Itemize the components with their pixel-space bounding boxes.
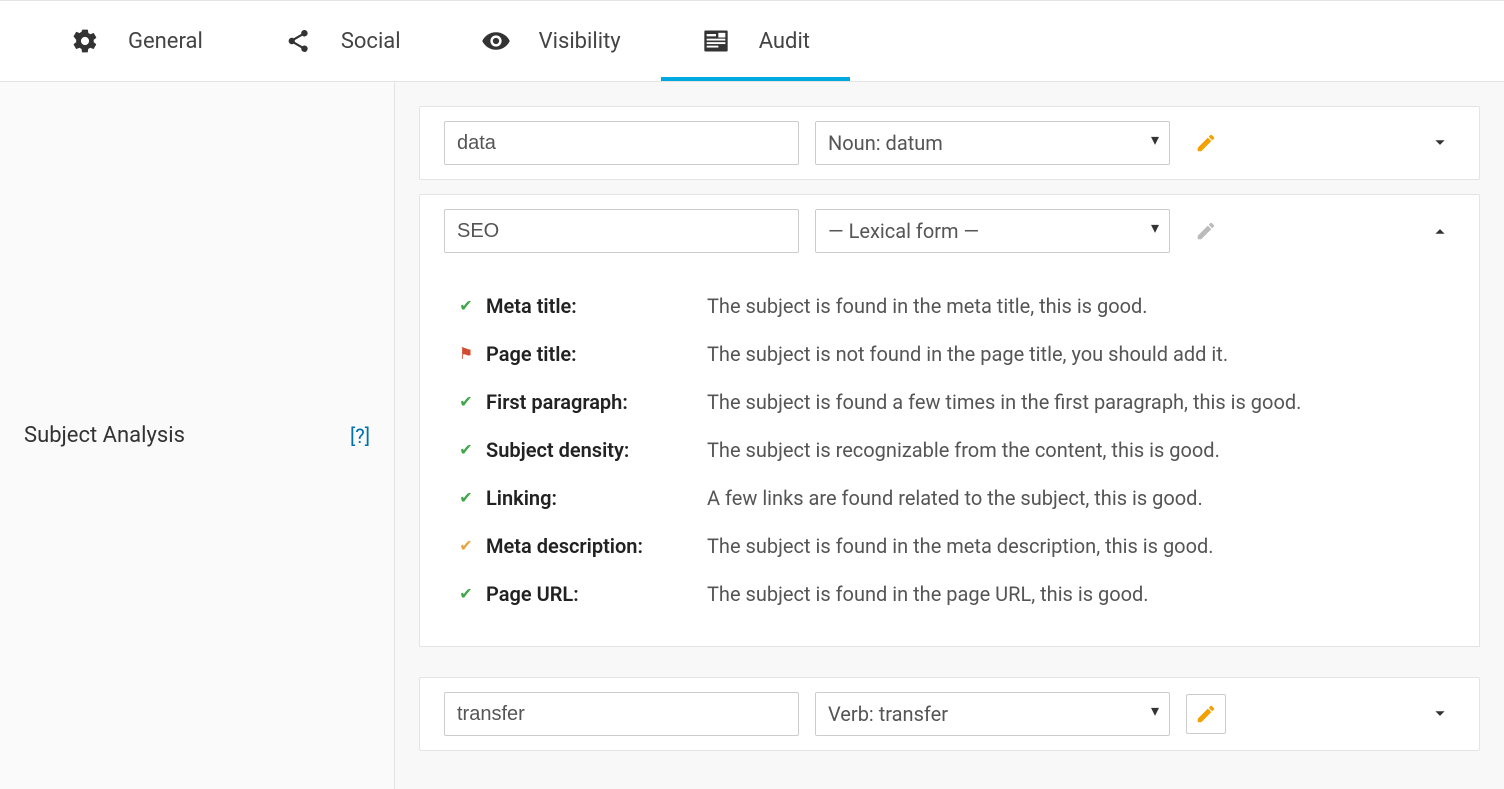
share-icon	[283, 26, 313, 56]
edit-button[interactable]	[1186, 211, 1226, 251]
analysis-desc: The subject is found a few times in the …	[707, 388, 1447, 416]
sidebar: Subject Analysis [?]	[0, 82, 395, 789]
edit-button[interactable]	[1186, 694, 1226, 734]
tab-social[interactable]: Social	[243, 1, 441, 81]
analysis-label: Meta title:	[486, 292, 701, 320]
analysis-row: ✔ Page URL: The subject is found in the …	[452, 570, 1447, 618]
analysis-label: Linking:	[486, 484, 701, 512]
subject-term-input[interactable]	[444, 121, 799, 165]
section-title: Subject Analysis	[24, 423, 185, 448]
chevron-down-icon	[1429, 132, 1451, 154]
tab-label: Visibility	[539, 29, 621, 54]
tab-label: Social	[341, 29, 401, 54]
eye-icon	[481, 26, 511, 56]
edit-button[interactable]	[1186, 123, 1226, 163]
analysis-desc: The subject is found in the meta title, …	[707, 292, 1447, 320]
tab-label: General	[128, 29, 203, 54]
tabs: General Social Visibility Audit	[0, 0, 1504, 82]
tab-label: Audit	[759, 29, 810, 54]
select-value: Noun: datum	[828, 131, 943, 155]
analysis-row: ⚑ Page title: The subject is not found i…	[452, 330, 1447, 378]
select-value: — Lexical form —	[828, 219, 979, 243]
subject-term-input[interactable]	[444, 692, 799, 736]
tab-audit[interactable]: Audit	[661, 1, 850, 81]
select-value: Verb: transfer	[828, 702, 948, 726]
audit-icon	[701, 26, 731, 56]
check-icon: ✔	[452, 580, 480, 605]
pencil-icon	[1195, 703, 1217, 725]
analysis-row: ✔ First paragraph: The subject is found …	[452, 378, 1447, 426]
analysis-label: Meta description:	[486, 532, 701, 560]
lexical-form-select[interactable]: — Lexical form —	[815, 209, 1170, 253]
analysis-panel: ✔ Meta title: The subject is found in th…	[419, 254, 1480, 647]
analysis-label: Page URL:	[486, 580, 701, 608]
help-link[interactable]: [?]	[350, 424, 370, 448]
main-panel: Noun: datum — Lexical form —	[395, 82, 1504, 789]
chevron-down-icon	[1429, 703, 1451, 725]
analysis-row: ✔ Subject density: The subject is recogn…	[452, 426, 1447, 474]
analysis-label: Subject density:	[486, 436, 701, 464]
chevron-up-icon	[1429, 220, 1451, 242]
analysis-desc: The subject is found in the meta descrip…	[707, 532, 1447, 560]
analysis-desc: The subject is recognizable from the con…	[707, 436, 1447, 464]
check-icon: ✔	[452, 532, 480, 557]
collapse-toggle[interactable]	[1425, 220, 1455, 242]
analysis-row: ✔ Meta title: The subject is found in th…	[452, 282, 1447, 330]
analysis-desc: The subject is found in the page URL, th…	[707, 580, 1447, 608]
tab-visibility[interactable]: Visibility	[441, 1, 661, 81]
analysis-row: ✔ Linking: A few links are found related…	[452, 474, 1447, 522]
check-icon: ✔	[452, 484, 480, 509]
gear-icon	[70, 26, 100, 56]
pencil-icon	[1195, 132, 1217, 154]
check-icon: ✔	[452, 292, 480, 317]
expand-toggle[interactable]	[1425, 703, 1455, 725]
flag-icon: ⚑	[452, 340, 480, 365]
analysis-label: First paragraph:	[486, 388, 701, 416]
check-icon: ✔	[452, 388, 480, 413]
subject-row: Noun: datum	[419, 106, 1480, 180]
subject-term-input[interactable]	[444, 209, 799, 253]
analysis-row: ✔ Meta description: The subject is found…	[452, 522, 1447, 570]
check-icon: ✔	[452, 436, 480, 461]
analysis-desc: The subject is not found in the page tit…	[707, 340, 1447, 368]
analysis-label: Page title:	[486, 340, 701, 368]
expand-toggle[interactable]	[1425, 132, 1455, 154]
analysis-desc: A few links are found related to the sub…	[707, 484, 1447, 512]
tab-general[interactable]: General	[30, 1, 243, 81]
lexical-form-select[interactable]: Verb: transfer	[815, 692, 1170, 736]
pencil-icon	[1195, 220, 1217, 242]
lexical-form-select[interactable]: Noun: datum	[815, 121, 1170, 165]
subject-row: Verb: transfer	[419, 677, 1480, 751]
